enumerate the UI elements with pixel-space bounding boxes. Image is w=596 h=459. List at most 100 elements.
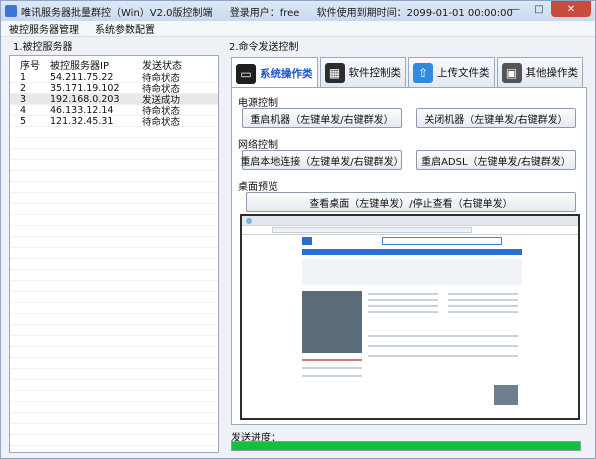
window-controls: — □ ✕ bbox=[503, 1, 591, 17]
network-section-label: 网络控制 bbox=[238, 140, 278, 151]
preview-line bbox=[448, 311, 518, 313]
tab-other-ops[interactable]: ▣ 其他操作类 bbox=[496, 57, 583, 87]
empty-row bbox=[10, 435, 218, 446]
menu-bar: 被控服务器管理 系统参数配置 bbox=[1, 21, 595, 37]
column-header-ip[interactable]: 被控服务器IP bbox=[50, 57, 142, 72]
preview-search-box bbox=[382, 237, 502, 245]
preview-line bbox=[368, 345, 518, 347]
preview-line bbox=[448, 305, 518, 307]
row-index: 3 bbox=[20, 93, 27, 105]
preview-address-box bbox=[272, 227, 472, 233]
preview-line bbox=[368, 311, 438, 313]
tab-software-control[interactable]: ▦ 软件控制类 bbox=[319, 57, 406, 87]
preview-nav-strip bbox=[302, 249, 522, 255]
empty-row bbox=[10, 193, 218, 204]
empty-row bbox=[10, 380, 218, 391]
preview-weather-area bbox=[302, 259, 522, 285]
maximize-button[interactable]: □ bbox=[527, 1, 551, 17]
tab-label: 上传文件类 bbox=[437, 67, 490, 79]
desktop-preview bbox=[240, 214, 580, 420]
preview-photo bbox=[302, 291, 362, 353]
empty-row bbox=[10, 336, 218, 347]
empty-row bbox=[10, 149, 218, 160]
menu-system-config[interactable]: 系统参数配置 bbox=[87, 21, 163, 36]
app-window: 唯讯服务器批量群控（Win）V2.0版控制端 登录用户：free 软件使用到期时… bbox=[0, 0, 596, 459]
column-header-index[interactable]: 序号 bbox=[10, 57, 50, 72]
empty-row bbox=[10, 292, 218, 303]
empty-row bbox=[10, 237, 218, 248]
empty-row bbox=[10, 347, 218, 358]
upload-icon: ⇧ bbox=[413, 62, 433, 83]
preview-page-content bbox=[242, 235, 578, 418]
empty-row bbox=[10, 138, 218, 149]
row-index: 1 bbox=[20, 71, 27, 83]
preview-line bbox=[368, 293, 438, 295]
preview-line bbox=[368, 299, 438, 301]
shutdown-button[interactable]: 关闭机器（左键单发/右键群发） bbox=[416, 108, 576, 128]
preview-line bbox=[302, 367, 362, 369]
restart-adsl-button[interactable]: 重启ADSL（左键单发/右键群发） bbox=[416, 150, 576, 170]
monitor-icon: ▭ bbox=[236, 63, 256, 84]
empty-row bbox=[10, 281, 218, 292]
tab-upload-files[interactable]: ⇧ 上传文件类 bbox=[408, 57, 495, 87]
preview-browser-logo-icon bbox=[246, 217, 252, 224]
tab-system-ops[interactable]: ▭ 系统操作类 bbox=[231, 57, 318, 89]
restart-connection-button[interactable]: 重启本地连接（左键单发/右键群发） bbox=[240, 150, 404, 170]
preview-line bbox=[368, 355, 518, 357]
row-status: 待命状态 bbox=[142, 117, 181, 128]
window-icon: ▦ bbox=[324, 62, 345, 83]
empty-row bbox=[10, 182, 218, 193]
row-index: 2 bbox=[20, 82, 27, 94]
preview-address-bar bbox=[242, 226, 578, 235]
empty-row bbox=[10, 215, 218, 226]
expire-time: 软件使用到期时间：2099-01-01 00:00:00 bbox=[316, 7, 513, 19]
title-bar: 唯讯服务器批量群控（Win）V2.0版控制端 登录用户：free 软件使用到期时… bbox=[1, 1, 595, 21]
power-section-label: 电源控制 bbox=[238, 98, 278, 109]
row-ip: 46.133.12.14 bbox=[50, 104, 114, 116]
desktop-section-label: 桌面预览 bbox=[238, 182, 278, 193]
empty-row bbox=[10, 325, 218, 336]
app-icon bbox=[5, 5, 17, 17]
command-group-title: 2.命令发送控制 bbox=[229, 42, 299, 53]
preview-line bbox=[448, 293, 518, 295]
preview-logo bbox=[302, 237, 312, 245]
table-row[interactable]: 5 121.32.45.31 待命状态 bbox=[10, 115, 218, 128]
login-user: 登录用户：free bbox=[229, 7, 300, 19]
empty-row bbox=[10, 204, 218, 215]
empty-row bbox=[10, 369, 218, 380]
row-index: 4 bbox=[20, 104, 27, 116]
preview-headline bbox=[302, 359, 362, 361]
preview-line bbox=[368, 335, 518, 337]
row-ip: 192.168.0.203 bbox=[50, 93, 120, 105]
empty-row bbox=[10, 259, 218, 270]
tab-label: 其他操作类 bbox=[525, 67, 579, 79]
row-index: 5 bbox=[20, 115, 27, 127]
empty-row bbox=[10, 171, 218, 182]
reboot-button[interactable]: 重启机器（左键单发/右键群发） bbox=[242, 108, 402, 128]
empty-row bbox=[10, 402, 218, 413]
empty-row bbox=[10, 270, 218, 281]
command-group: 2.命令发送控制 ▭ 系统操作类 ▦ 软件控制类 ⇧ 上传文件类 ▣ 其他操作类… bbox=[225, 41, 591, 453]
row-ip: 121.32.45.31 bbox=[50, 115, 114, 127]
view-desktop-button[interactable]: 查看桌面（左键单发）/停止查看（右键单发） bbox=[246, 192, 576, 212]
tab-bar: ▭ 系统操作类 ▦ 软件控制类 ⇧ 上传文件类 ▣ 其他操作类 bbox=[231, 57, 587, 89]
row-ip: 54.211.75.22 bbox=[50, 71, 114, 83]
server-group: 1.被控服务器 序号 被控服务器IP 发送状态 1 54.211.75.22 待… bbox=[9, 41, 219, 453]
preview-browser-tabs bbox=[242, 216, 578, 226]
minimize-button[interactable]: — bbox=[503, 1, 527, 17]
server-list[interactable]: 序号 被控服务器IP 发送状态 1 54.211.75.22 待命状态 2 35… bbox=[9, 55, 219, 453]
menu-server-management[interactable]: 被控服务器管理 bbox=[1, 21, 87, 36]
close-button[interactable]: ✕ bbox=[551, 1, 591, 17]
preview-thumbnail bbox=[494, 385, 518, 405]
tab-label: 系统操作类 bbox=[260, 68, 313, 80]
empty-row bbox=[10, 303, 218, 314]
row-ip: 35.171.19.102 bbox=[50, 82, 120, 94]
empty-row bbox=[10, 314, 218, 325]
app-title: 唯讯服务器批量群控（Win）V2.0版控制端 bbox=[21, 7, 213, 19]
preview-line bbox=[368, 305, 438, 307]
tab-panel-system-ops: 电源控制 重启机器（左键单发/右键群发） 关闭机器（左键单发/右键群发） 网络控… bbox=[231, 87, 587, 425]
empty-row bbox=[10, 413, 218, 424]
send-progress-bar bbox=[231, 441, 581, 451]
empty-row bbox=[10, 358, 218, 369]
empty-row bbox=[10, 160, 218, 171]
